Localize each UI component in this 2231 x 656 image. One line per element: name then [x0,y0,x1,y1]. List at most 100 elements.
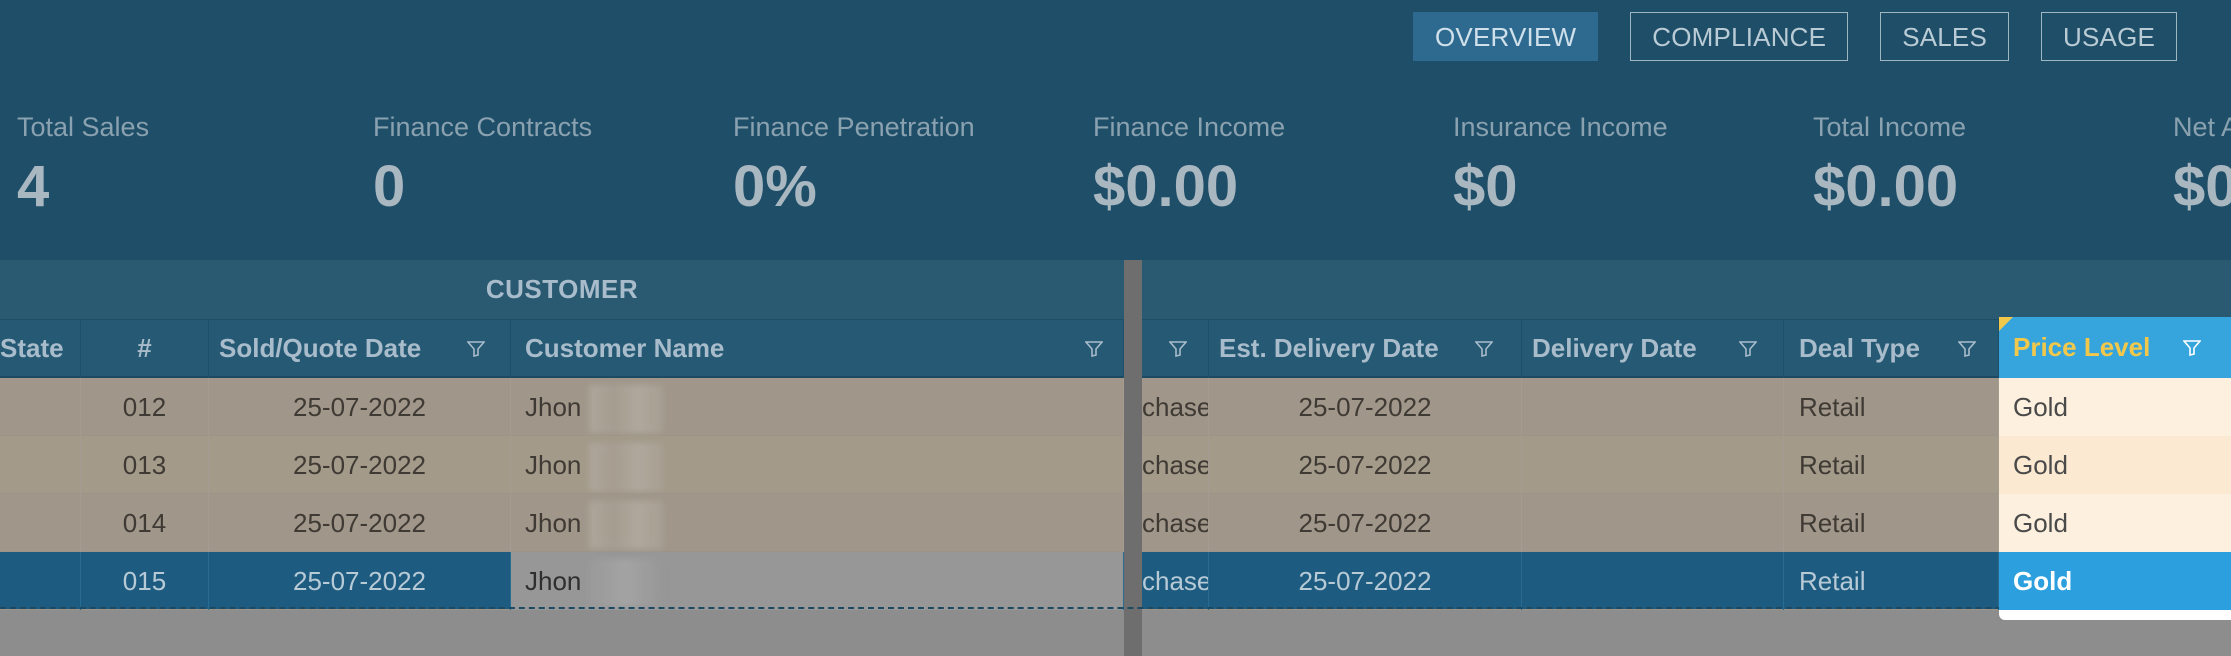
cell-est-delivery-date: 25-07-2022 [1209,436,1522,494]
cell-number: 013 [81,436,209,494]
kpi-insurance-income: Insurance Income $0 [1453,112,1668,220]
col-header-deal-type[interactable]: Deal Type [1784,320,1999,377]
tab-compliance[interactable]: COMPLIANCE [1630,12,1849,61]
cell-delivery-date [1522,552,1784,610]
filter-icon[interactable] [467,340,485,358]
kpi-total-sales: Total Sales 4 [17,112,149,220]
redacted-surname [589,559,664,608]
redacted-surname [589,501,664,550]
cell-sold-date: 25-07-2022 [209,552,511,610]
table-row[interactable]: 012 25-07-2022 Jhon [0,378,1124,436]
filter-icon[interactable] [1169,340,1187,358]
table-row[interactable]: chase 25-07-2022 Retail [1142,494,1999,552]
cell-est-delivery-date: 25-07-2022 [1209,552,1522,610]
table-row-selected[interactable]: chase 25-07-2022 Retail [1142,552,1999,610]
tab-usage[interactable]: USAGE [2041,12,2178,61]
col-header-est-delivery-date[interactable]: Est. Delivery Date [1209,320,1522,377]
cell-customer-name: Jhon [511,436,1124,494]
cell-purchase: chase [1142,494,1209,552]
kpi-value: 0 [373,154,406,219]
pane-splitter[interactable] [1124,260,1142,656]
kpi-label: Finance Contracts [373,112,593,142]
filter-icon[interactable] [1085,340,1103,358]
kpi-finance-penetration: Finance Penetration 0% [733,112,975,220]
left-header-row: State # Sold/Quote Date Customer Name [0,319,1124,378]
col-header-purchase[interactable] [1142,320,1209,377]
tab-sales[interactable]: SALES [1880,12,2010,61]
price-level-column: Gold Gold Gold Gold [1999,378,2231,620]
kpi-value: 4 [17,154,50,219]
cell-deal-type: Retail [1784,552,1999,610]
col-header-price-level[interactable]: Price Level [1999,317,2231,378]
col-header-delivery-date[interactable]: Delivery Date [1522,320,1784,377]
redacted-surname [589,443,664,492]
kpi-net: Net A $0 [2173,112,2231,220]
table-row[interactable]: 013 25-07-2022 Jhon [0,436,1124,494]
kpi-value: 0% [733,154,817,219]
cell-number: 012 [81,378,209,436]
kpi-label: Total Sales [17,112,150,142]
cell-price-level[interactable]: Gold [1999,436,2231,494]
kpi-label: Total Income [1813,112,1967,142]
col-header-label: Sold/Quote Date [219,333,422,363]
cell-customer-name: Jhon [511,378,1124,436]
kpi-value: $0.00 [1093,154,1239,219]
table-row[interactable]: chase 25-07-2022 Retail [1142,378,1999,436]
cell-customer-name[interactable]: Jhon [511,552,1124,610]
col-header-state[interactable]: State [0,320,81,377]
cell-state [0,378,81,436]
table-row[interactable]: chase 25-07-2022 Retail [1142,436,1999,494]
filter-icon[interactable] [2183,339,2201,357]
top-nav: OVERVIEW COMPLIANCE SALES USAGE [1413,12,2209,63]
table-row-selected[interactable]: 015 25-07-2022 Jhon [0,552,1124,610]
filter-icon[interactable] [1739,340,1757,358]
customer-first-name: Jhon [525,508,582,538]
group-header-right [1142,260,2231,319]
cell-customer-name: Jhon [511,494,1124,552]
col-header-label: Customer Name [525,333,725,363]
tab-overview[interactable]: OVERVIEW [1413,12,1599,61]
redacted-surname [589,385,664,434]
kpi-label: Net A [2173,112,2231,142]
kpi-finance-contracts: Finance Contracts 0 [373,112,592,220]
col-header-label: Deal Type [1799,333,1920,363]
cell-sold-date: 25-07-2022 [209,436,511,494]
customer-first-name: Jhon [525,392,582,422]
col-header-label: State [0,333,64,363]
cell-price-level[interactable]: Gold [1999,494,2231,552]
kpi-value: $0 [1453,154,1518,219]
kpi-value: $0 [2173,154,2231,219]
cell-purchase: chase [1142,378,1209,436]
col-header-label: Delivery Date [1532,333,1697,363]
cell-state [0,436,81,494]
col-header-label: Est. Delivery Date [1219,333,1439,363]
filter-icon[interactable] [1958,340,1976,358]
kpi-strip: Total Sales 4 Finance Contracts 0 Financ… [0,112,2231,232]
customer-first-name: Jhon [525,566,582,596]
cell-price-level-selected[interactable]: Gold [1999,552,2231,610]
cell-purchase: chase [1142,552,1209,610]
col-header-sold-date[interactable]: Sold/Quote Date [209,320,511,377]
filter-icon[interactable] [1475,340,1493,358]
cell-number: 014 [81,494,209,552]
col-header-customer-name[interactable]: Customer Name [511,320,1124,377]
cell-deal-type: Retail [1784,378,1999,436]
kpi-label: Insurance Income [1453,112,1668,142]
kpi-label: Finance Penetration [733,112,975,142]
cell-sold-date: 25-07-2022 [209,378,511,436]
kpi-label: Finance Income [1093,112,1286,142]
cell-purchase: chase [1142,436,1209,494]
cell-state [0,552,81,610]
cell-est-delivery-date: 25-07-2022 [1209,378,1522,436]
cell-est-delivery-date: 25-07-2022 [1209,494,1522,552]
cell-state [0,494,81,552]
kpi-value: $0.00 [1813,154,1959,219]
cell-price-level[interactable]: Gold [1999,378,2231,436]
cell-number: 015 [81,552,209,610]
cell-deal-type: Retail [1784,436,1999,494]
col-header-number[interactable]: # [81,320,209,377]
table-row[interactable]: 014 25-07-2022 Jhon [0,494,1124,552]
kpi-finance-income: Finance Income $0.00 [1093,112,1285,220]
cell-delivery-date [1522,494,1784,552]
cell-sold-date: 25-07-2022 [209,494,511,552]
